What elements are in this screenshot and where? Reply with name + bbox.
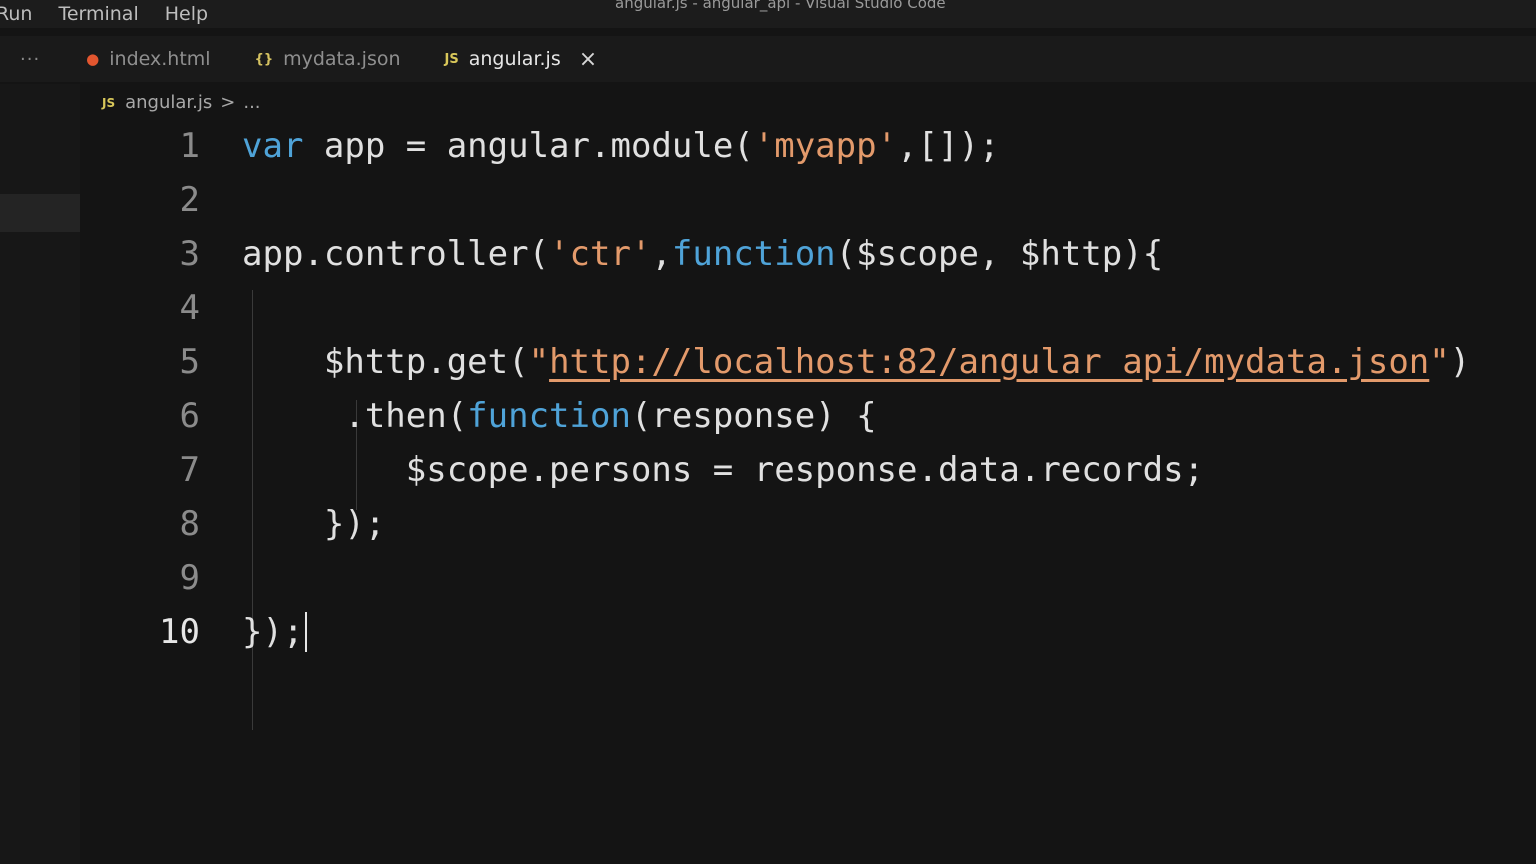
code-line[interactable]: 10});: [130, 606, 308, 658]
tab-bar: ··· ● index.html {} mydata.json JS angul…: [0, 36, 1536, 82]
line-number: 7: [179, 450, 200, 490]
menu-bar: Run Terminal Help angular.js - angular_a…: [0, 0, 1536, 28]
code-token: $scope.persons = response.data.records;: [242, 450, 1205, 490]
code-line[interactable]: 7 $scope.persons = response.data.records…: [130, 444, 1205, 496]
line-number: 4: [179, 288, 200, 328]
code-line[interactable]: 8 });: [130, 498, 386, 550]
line-number: 10: [159, 612, 200, 652]
html-file-icon: ●: [86, 50, 100, 68]
line-number: 3: [179, 234, 200, 274]
js-file-icon: JS: [102, 95, 116, 110]
code-token: ": [528, 342, 550, 382]
more-icon[interactable]: ···: [20, 49, 40, 70]
line-number: 5: [179, 342, 200, 382]
activity-highlight: [0, 194, 80, 232]
code-token: $http.get(: [242, 342, 529, 382]
breadcrumb-rest[interactable]: ...: [243, 92, 260, 113]
breadcrumb-separator: >: [220, 92, 236, 113]
code-token: app = angular.module(: [303, 126, 754, 166]
json-file-icon: {}: [254, 51, 274, 67]
tab-label: angular.js: [468, 48, 561, 70]
code-token: });: [242, 612, 304, 652]
code-line[interactable]: 5 $http.get(" http://localhost:82/angular…: [130, 336, 1471, 388]
code-token: var: [242, 126, 304, 166]
code-token: (response) {: [630, 396, 877, 436]
menu-terminal[interactable]: Terminal: [58, 2, 138, 26]
code-token: ": [1429, 342, 1450, 382]
code-line[interactable]: 4: [130, 282, 242, 334]
code-token: function: [467, 396, 631, 436]
code-token: http://localhost:82/angular_api/mydata.j…: [549, 342, 1430, 382]
menu-help[interactable]: Help: [165, 2, 208, 26]
code-token: .then(: [242, 396, 468, 436]
close-icon[interactable]: ×: [579, 47, 597, 72]
js-file-icon: JS: [444, 51, 459, 67]
code-line[interactable]: 6 .then(function (response) {: [130, 390, 877, 442]
breadcrumb: JS angular.js > ...: [102, 92, 261, 113]
code-line[interactable]: 3 app.controller('ctr', function ($scope, $…: [130, 228, 1164, 280]
code-token: app.controller(: [242, 234, 550, 274]
tab-label: mydata.json: [283, 48, 401, 70]
code-token: ,[]);: [897, 126, 1000, 166]
code-token: 'ctr': [549, 234, 652, 274]
tab-angular-js[interactable]: JS angular.js ×: [445, 36, 598, 82]
line-number: 9: [179, 558, 200, 598]
tab-mydata-json[interactable]: {} mydata.json: [255, 36, 401, 82]
tab-index-html[interactable]: ● index.html: [86, 36, 210, 82]
breadcrumb-file[interactable]: angular.js: [125, 92, 212, 113]
line-number: 8: [179, 504, 200, 544]
code-token: ): [1449, 342, 1471, 382]
code-editor[interactable]: 1 var app = angular.module('myapp' ,[]); 2 3…: [130, 120, 1536, 864]
window-title: angular.js - angular_api - Visual Studio…: [615, 0, 946, 12]
code-token: function: [671, 234, 836, 274]
code-token: ($scope, $http){: [835, 234, 1164, 274]
line-number: 6: [179, 396, 200, 436]
activity-bar: [0, 84, 80, 864]
code-line[interactable]: 2: [130, 174, 242, 226]
code-line[interactable]: 9: [130, 552, 242, 604]
line-number: 2: [179, 180, 200, 220]
code-token: });: [242, 504, 386, 544]
menu-run[interactable]: Run: [0, 2, 32, 26]
text-cursor: [305, 612, 308, 652]
code-token: 'myapp': [753, 126, 898, 166]
tab-label: index.html: [109, 48, 211, 70]
code-line[interactable]: 1 var app = angular.module('myapp' ,[]);: [130, 120, 1000, 172]
code-token: ,: [651, 234, 672, 274]
line-number: 1: [179, 126, 200, 166]
